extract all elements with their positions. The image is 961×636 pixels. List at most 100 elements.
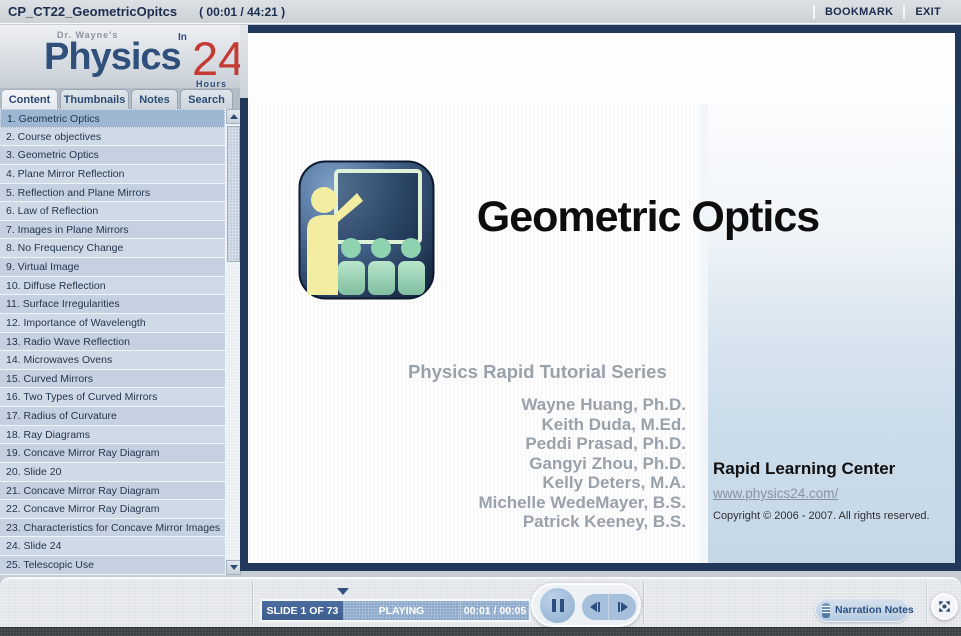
top-bar: CP_CT22_GeometricOpitcs ( 00:01 / 44:21 … (0, 0, 961, 24)
author-line: Patrick Keeney, B.S. (522, 512, 686, 531)
author-line: Michelle WedeMayer, B.S. (478, 492, 686, 512)
document-icon-lines (822, 605, 830, 615)
pause-icon (551, 599, 556, 612)
slide-title: Geometric Optics (476, 193, 820, 241)
slide-canvas: Geometric Optics Physics Rapid Tutorial … (248, 33, 955, 563)
author-line: Keith Duda, M.Ed. (541, 414, 687, 434)
toc-item[interactable]: 13. Radio Wave Reflection (0, 332, 225, 352)
toc-item[interactable]: 25. Telescopic Use (0, 556, 225, 575)
logo: Dr. Wayne's Physics In 24 Hours (0, 25, 240, 88)
fullscreen-button[interactable] (931, 593, 958, 620)
scroll-up-icon (229, 114, 238, 119)
exit-button[interactable]: EXIT (915, 6, 941, 18)
author-line: Wayne Huang, Ph.D. (521, 395, 686, 414)
org-link[interactable]: www.physics24.com/ (713, 486, 838, 501)
playback-status: PLAYING (343, 601, 460, 620)
tab-bar: Content Thumbnails Notes Search (0, 88, 240, 109)
slide-frame-top (248, 25, 961, 33)
player-bar-divider (252, 581, 254, 623)
slide-frame-bottom (240, 563, 961, 571)
author-line: Kelly Deters, M.A. (542, 473, 686, 492)
scroll-up-button[interactable] (226, 109, 241, 124)
logo-word: Physics (44, 36, 182, 78)
step-backward-icon (598, 602, 600, 612)
tab-search[interactable]: Search (180, 89, 233, 109)
player-bar-divider (926, 581, 928, 623)
toc-item[interactable]: 1. Geometric Optics (0, 109, 225, 128)
step-controls (581, 593, 637, 621)
playback-controls (531, 583, 641, 627)
toc-item[interactable]: 21. Concave Mirror Ray Diagram (0, 481, 225, 501)
toc-item[interactable]: 17. Radius of Curvature (0, 407, 225, 426)
toc-scrollbar[interactable] (225, 109, 241, 575)
logo-hours: Hours (196, 79, 228, 88)
author-line: Gangyi Zhou, Ph.D. (529, 453, 686, 473)
frame-gutter (240, 25, 248, 98)
sidebar: Dr. Wayne's Physics In 24 Hours Content T… (0, 25, 241, 577)
author-line: Peddi Prasad, Ph.D. (525, 434, 686, 453)
toc-item[interactable]: 9. Virtual Image (0, 258, 225, 277)
toc-item[interactable]: 10. Diffuse Reflection (0, 276, 225, 296)
application-window: CP_CT22_GeometricOpitcs ( 00:01 / 44:21 … (0, 0, 961, 636)
scroll-down-icon (229, 565, 238, 570)
toc-item[interactable]: 6. Law of Reflection (0, 202, 225, 221)
org-name: Rapid Learning Center (713, 459, 896, 478)
toc-item[interactable]: 19. Concave Mirror Ray Diagram (0, 444, 225, 463)
scroll-down-button[interactable] (226, 560, 241, 575)
toc-item[interactable]: 23. Characteristics for Concave Mirror I… (0, 518, 225, 538)
presenter-icon (298, 160, 435, 300)
toc-item[interactable]: 14. Microwaves Ovens (0, 351, 225, 370)
copyright-text: Copyright © 2006 - 2007. All rights rese… (713, 510, 930, 522)
bookmark-button[interactable]: BOOKMARK (825, 6, 893, 18)
next-slide-button[interactable] (609, 594, 636, 620)
toc-list: 1. Geometric Optics 2. Course objectives 3… (0, 109, 225, 575)
toc-item[interactable]: 24. Slide 24 (0, 537, 225, 556)
expand-arrows-icon (939, 601, 950, 612)
document-icon (822, 602, 830, 618)
toc-item[interactable]: 20. Slide 20 (0, 462, 225, 482)
slide-frame-right (955, 25, 961, 570)
progress-strip[interactable]: SLIDE 1 OF 73 PLAYING 00:01 / 00:05 (260, 599, 531, 622)
tab-thumbnails[interactable]: Thumbnails (60, 89, 129, 109)
series-subtitle: Physics Rapid Tutorial Series (408, 361, 667, 382)
player-bar-divider (643, 581, 645, 623)
toc-item[interactable]: 12. Importance of Wavelength (0, 313, 225, 333)
toc-item[interactable]: 5. Reflection and Plane Mirrors (0, 183, 225, 203)
tab-notes[interactable]: Notes (131, 89, 178, 109)
toc-item[interactable]: 2. Course objectives (0, 127, 225, 147)
toc-item[interactable]: 7. Images in Plane Mirrors (0, 220, 225, 240)
slide-time-display: 00:01 / 00:05 (461, 601, 529, 620)
narration-notes-label: Narration Notes (835, 604, 914, 616)
toc-item[interactable]: 4. Plane Mirror Reflection (0, 164, 225, 184)
player-bar: SLIDE 1 OF 73 PLAYING 00:01 / 00:05 Narr… (0, 577, 961, 627)
pause-button[interactable] (539, 587, 576, 624)
slide-top-band (248, 33, 955, 104)
toc-item[interactable]: 3. Geometric Optics (0, 146, 225, 165)
tab-content[interactable]: Content (1, 89, 58, 109)
playhead-marker-icon[interactable] (337, 588, 349, 595)
topbar-separator (903, 4, 906, 19)
slide-background-gap (700, 104, 708, 563)
slide-frame-left (240, 98, 248, 570)
toc-item[interactable]: 18. Ray Diagrams (0, 425, 225, 445)
window-bottom-strip (0, 627, 961, 636)
toc-item[interactable]: 11. Surface Irregularities (0, 295, 225, 314)
pause-icon (559, 599, 564, 612)
toc-item[interactable]: 22. Concave Mirror Ray Diagram (0, 500, 225, 519)
course-title: CP_CT22_GeometricOpitcs (8, 4, 178, 19)
logo-number: 24 (192, 32, 240, 85)
step-backward-icon (590, 602, 597, 612)
topbar-separator (812, 4, 815, 19)
toc-item[interactable]: 8. No Frequency Change (0, 239, 225, 258)
scrollbar-thumb[interactable] (227, 126, 240, 262)
logo-in: In (178, 32, 187, 43)
authors-list: Wayne Huang, Ph.D. Keith Duda, M.Ed. Peddi… (378, 395, 686, 532)
step-forward-icon (617, 602, 620, 612)
total-time-display: ( 00:01 / 44:21 ) (199, 4, 286, 19)
slide-counter: SLIDE 1 OF 73 (262, 601, 343, 620)
toc-item[interactable]: 16. Two Types of Curved Mirrors (0, 388, 225, 407)
narration-notes-button[interactable]: Narration Notes (815, 598, 914, 622)
step-forward-icon (620, 602, 628, 612)
toc-item[interactable]: 15. Curved Mirrors (0, 369, 225, 389)
previous-slide-button[interactable] (582, 594, 609, 620)
